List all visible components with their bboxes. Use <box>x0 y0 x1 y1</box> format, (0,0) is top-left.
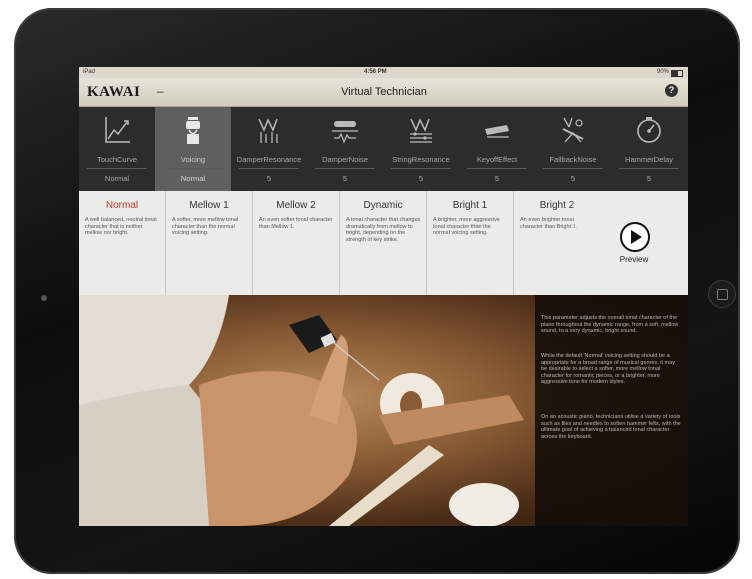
preview-control: Preview <box>603 191 688 295</box>
camera-icon <box>41 295 47 301</box>
string-resonance-icon <box>410 118 432 143</box>
tool-touch-curve[interactable]: TouchCurve Normal <box>79 107 155 191</box>
tool-label: KeyoffEffect <box>476 155 518 164</box>
tool-damper-noise[interactable]: DamperNoise 5 <box>307 107 383 191</box>
tool-value: 5 <box>266 174 272 183</box>
voicing-option-mellow-2[interactable]: Mellow 2 An even softer tonal character … <box>253 191 340 295</box>
voicing-option-normal[interactable]: Normal A well balanced, neutral tonal ch… <box>79 191 166 295</box>
nav-bar: KAWAI – Virtual Technician ? <box>79 78 688 107</box>
voicing-option-title: Normal <box>105 200 139 211</box>
tool-value: Normal <box>104 174 130 183</box>
tool-hammer-delay[interactable]: HammerDelay 5 <box>611 107 687 191</box>
damper-noise-icon <box>332 121 358 144</box>
parameter-description-panel: This parameter adjusts the overall tonal… <box>535 295 688 526</box>
voicing-hammer-icon <box>186 117 200 144</box>
voicing-option-desc: An even softer tonal character than Mell… <box>259 217 333 230</box>
help-button[interactable]: ? <box>665 84 678 97</box>
tool-value: 5 <box>418 174 424 183</box>
parameter-toolbar: TouchCurve Normal Voicing Normal DamperR… <box>79 107 688 191</box>
kawai-logo: KAWAI <box>87 84 141 100</box>
preview-label: Preview <box>619 255 649 264</box>
status-time: 4:56 PM <box>364 69 387 75</box>
voicing-option-title: Dynamic <box>363 200 403 211</box>
tool-label: TouchCurve <box>96 155 138 164</box>
status-bar: iPad 4:56 PM 90% <box>79 67 688 78</box>
tool-string-resonance[interactable]: StringResonance 5 <box>383 107 459 191</box>
tool-value: 5 <box>646 174 652 183</box>
tool-value: 5 <box>570 174 576 183</box>
voicing-option-mellow-1[interactable]: Mellow 1 A softer, more mellow tonal cha… <box>166 191 253 295</box>
voicing-option-dynamic[interactable]: Dynamic A tonal character that changes d… <box>340 191 427 295</box>
tool-label: DamperResonance <box>236 155 302 164</box>
status-device: iPad <box>83 69 96 75</box>
voicing-option-desc: A brighter, more aggressive tonal charac… <box>433 217 500 237</box>
tool-voicing[interactable]: Voicing Normal <box>155 107 231 191</box>
tool-value: 5 <box>342 174 348 183</box>
voicing-option-desc: A tonal character that changes dramatica… <box>346 217 421 243</box>
description-paragraph: This parameter adjusts the overall tonal… <box>541 315 679 335</box>
tool-label: HammerDelay <box>625 155 673 164</box>
voicing-photo: This parameter adjusts the overall tonal… <box>79 295 688 526</box>
keyoff-effect-icon <box>485 125 509 138</box>
voicing-option-bright-1[interactable]: Bright 1 A brighter, more aggressive ton… <box>427 191 514 295</box>
status-battery-level: 90% <box>656 69 669 75</box>
tool-label: Voicing <box>180 155 206 164</box>
battery-icon <box>671 70 683 77</box>
tool-label: FallbackNoise <box>549 155 597 164</box>
scroll-fade <box>567 191 603 295</box>
description-paragraph: While the default 'Normal' voicing setti… <box>541 353 675 386</box>
description-paragraph: On an acoustic piano, technicians utilis… <box>541 414 681 440</box>
voicing-option-desc: A softer, more mellow tonal character th… <box>172 217 239 237</box>
tool-value: 5 <box>494 174 500 183</box>
app-screen: iPad 4:56 PM 90% KAWAI – Virtual Technic… <box>79 67 688 526</box>
tool-label: DamperNoise <box>322 155 368 164</box>
tool-damper-resonance[interactable]: DamperResonance 5 <box>231 107 307 191</box>
fallback-noise-icon <box>562 117 584 143</box>
home-square-icon <box>717 289 728 300</box>
tool-value: Normal <box>180 174 206 183</box>
play-icon <box>631 230 642 244</box>
technician-hands-image <box>79 295 524 526</box>
touch-curve-icon <box>105 117 130 143</box>
play-button[interactable] <box>620 222 650 252</box>
tool-label: StringResonance <box>392 155 450 164</box>
tool-keyoff-effect[interactable]: KeyoffEffect 5 <box>459 107 535 191</box>
home-button[interactable] <box>708 280 736 308</box>
voicing-option-desc: A well balanced, neutral tonal character… <box>85 217 157 237</box>
voicing-option-title: Mellow 2 <box>276 200 316 211</box>
voicing-option-title: Mellow 1 <box>189 200 229 211</box>
hammer-delay-icon <box>637 117 661 143</box>
voicing-option-title: Bright 1 <box>452 200 488 211</box>
tool-fallback-noise[interactable]: FallbackNoise 5 <box>535 107 611 191</box>
damper-resonance-icon <box>258 118 278 143</box>
page-title: Virtual Technician <box>341 86 427 98</box>
voicing-options: Normal A well balanced, neutral tonal ch… <box>79 191 688 295</box>
nav-dash: – <box>157 84 164 98</box>
